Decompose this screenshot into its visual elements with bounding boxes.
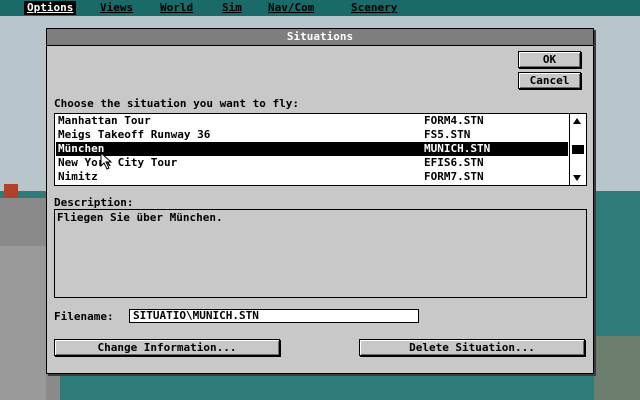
- ground-shadow: [0, 246, 46, 400]
- menu-scenery[interactable]: Scenery: [348, 1, 400, 15]
- situation-file: EFIS6.STN: [424, 156, 484, 169]
- mouse-pointer-icon: [100, 152, 113, 170]
- situation-name: Nimitz: [58, 170, 98, 183]
- filename-field[interactable]: SITUATIO\MUNICH.STN: [129, 309, 419, 323]
- description-box: Fliegen Sie über München.: [54, 209, 587, 298]
- situation-name: Manhattan Tour: [58, 114, 151, 127]
- scroll-up-arrow-icon[interactable]: [573, 118, 581, 124]
- list-item[interactable]: Nimitz FORM7.STN: [56, 170, 568, 184]
- land-right: [594, 336, 640, 400]
- menu-world[interactable]: World: [157, 1, 196, 15]
- situation-name: Meigs Takeoff Runway 36: [58, 128, 211, 141]
- cancel-button[interactable]: Cancel: [518, 72, 581, 89]
- situations-list[interactable]: Manhattan Tour FORM4.STN Meigs Takeoff R…: [54, 113, 587, 186]
- building: [4, 184, 18, 198]
- situation-file: MUNICH.STN: [424, 142, 491, 155]
- list-item[interactable]: Manhattan Tour FORM4.STN: [56, 114, 568, 128]
- situation-file: FORM4.STN: [424, 114, 484, 127]
- ok-button[interactable]: OK: [518, 51, 581, 68]
- menu-sim[interactable]: Sim: [219, 1, 245, 15]
- description-text: Fliegen Sie über München.: [57, 211, 223, 224]
- dialog-title: Situations: [47, 29, 593, 46]
- list-item[interactable]: New York City Tour EFIS6.STN: [56, 156, 568, 170]
- description-label: Description:: [54, 196, 134, 209]
- list-item[interactable]: Meigs Takeoff Runway 36 FS5.STN: [56, 128, 568, 142]
- filename-label: Filename:: [54, 310, 114, 323]
- situation-file: FS5.STN: [424, 128, 471, 141]
- situation-name: München: [58, 142, 105, 155]
- list-scrollbar[interactable]: [569, 114, 586, 185]
- change-information-button[interactable]: Change Information...: [54, 339, 280, 356]
- scroll-thumb[interactable]: [572, 145, 584, 154]
- situations-dialog: Situations OK Cancel Choose the situatio…: [46, 28, 594, 374]
- menu-options[interactable]: Options: [24, 1, 77, 15]
- menu-views[interactable]: Views: [97, 1, 136, 15]
- choose-label: Choose the situation you want to fly:: [54, 97, 300, 110]
- menu-nav-com[interactable]: Nav/Com: [265, 1, 317, 15]
- situation-name: New York City Tour: [58, 156, 178, 169]
- scroll-down-arrow-icon[interactable]: [573, 175, 581, 181]
- list-item-selected[interactable]: München MUNICH.STN: [56, 142, 568, 156]
- situation-file: FORM7.STN: [424, 170, 484, 183]
- delete-situation-button[interactable]: Delete Situation...: [359, 339, 585, 356]
- menu-bar: Options Views World Sim Nav/Com Scenery: [0, 0, 640, 16]
